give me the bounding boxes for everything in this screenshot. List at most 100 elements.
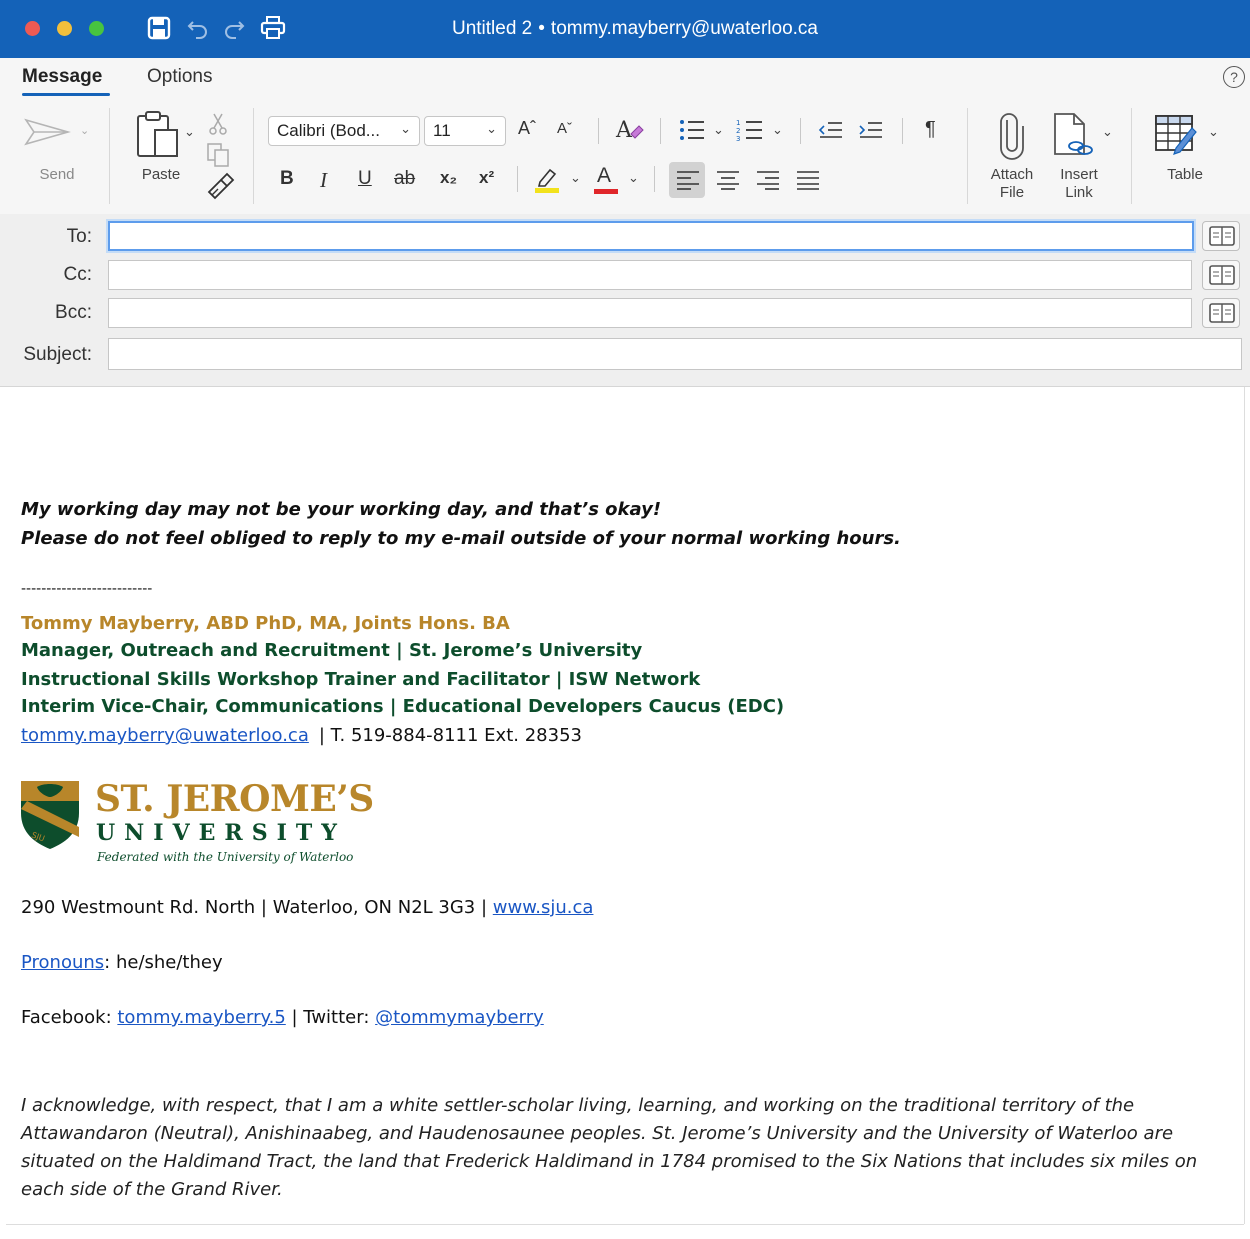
attach-file-label[interactable]: Attach File xyxy=(982,166,1042,202)
svg-text:1: 1 xyxy=(736,119,740,127)
bullets-icon[interactable] xyxy=(678,118,706,142)
to-field[interactable] xyxy=(108,221,1194,251)
attach-label-line1: Attach xyxy=(990,166,1034,183)
cut-icon[interactable] xyxy=(207,112,229,136)
svg-text:A: A xyxy=(615,118,633,143)
font-size-dropdown[interactable]: 11 ⌄ xyxy=(424,116,506,146)
pronouns-link[interactable]: Pronouns xyxy=(21,952,104,973)
working-day-note-line1: My working day may not be your working d… xyxy=(21,499,662,520)
chevron-down-icon[interactable]: ⌄ xyxy=(713,122,724,138)
justify-icon[interactable] xyxy=(796,170,820,190)
land-acknowledgement: I acknowledge, with respect, that I am a… xyxy=(21,1095,1198,1200)
email-link[interactable]: tommy.mayberry@uwaterloo.ca xyxy=(21,725,309,746)
insert-link-icon[interactable] xyxy=(1052,112,1098,158)
cc-address-book-button[interactable] xyxy=(1202,260,1240,290)
superscript-button[interactable]: x² xyxy=(479,168,494,188)
address-book-icon xyxy=(1209,265,1235,285)
bcc-label: Bcc: xyxy=(55,302,92,323)
address-book-icon xyxy=(1209,303,1235,323)
send-icon[interactable] xyxy=(24,116,74,148)
align-right-icon[interactable] xyxy=(756,170,780,190)
active-tab-indicator xyxy=(22,93,110,96)
website-link[interactable]: www.sju.ca xyxy=(493,897,594,918)
chevron-down-icon[interactable]: ⌄ xyxy=(772,122,783,138)
bcc-field[interactable] xyxy=(108,298,1192,328)
group-separator xyxy=(660,118,661,144)
chevron-down-icon: ⌄ xyxy=(400,121,411,136)
show-formatting-button[interactable]: ¶ xyxy=(925,118,936,141)
clear-formatting-icon[interactable]: A xyxy=(615,116,645,144)
chevron-down-icon: ⌄ xyxy=(486,121,497,136)
subject-label: Subject: xyxy=(23,344,92,365)
chevron-down-icon[interactable]: ⌄ xyxy=(570,170,581,186)
grow-font-button[interactable]: Aˆ xyxy=(518,118,536,139)
font-color-button[interactable]: A xyxy=(597,164,611,188)
paste-icon[interactable] xyxy=(135,110,185,160)
window-title-text: Untitled 2 xyxy=(451,18,533,39)
send-options-chevron-icon[interactable]: ⌄ xyxy=(80,124,89,137)
bold-button[interactable]: B xyxy=(280,168,294,190)
font-name-dropdown[interactable]: Calibri (Bod... ⌄ xyxy=(268,116,420,146)
working-day-note-line2: Please do not feel obliged to reply to m… xyxy=(21,528,901,549)
group-separator xyxy=(598,118,599,144)
to-label: To: xyxy=(66,226,92,247)
facebook-link[interactable]: tommy.mayberry.5 xyxy=(117,1007,285,1028)
address-book-icon xyxy=(1209,226,1235,246)
body-border-bottom xyxy=(6,1224,1244,1225)
tab-options[interactable]: Options xyxy=(147,66,212,88)
shrink-font-button[interactable]: Aˇ xyxy=(557,120,572,137)
decrease-indent-icon[interactable] xyxy=(818,120,844,140)
font-color-swatch xyxy=(594,189,618,194)
signature-role-2: Instructional Skills Workshop Trainer an… xyxy=(21,669,701,690)
subscript-button[interactable]: x₂ xyxy=(440,168,457,188)
paste-options-chevron-icon[interactable]: ⌄ xyxy=(184,124,195,140)
insert-link-label[interactable]: Insert Link xyxy=(1050,166,1108,202)
subject-field[interactable] xyxy=(108,338,1242,370)
facebook-label: Facebook: xyxy=(21,1007,118,1028)
send-button[interactable]: Send xyxy=(17,166,97,184)
pronouns-line: Pronouns: he/she/they xyxy=(21,952,223,973)
highlight-color-swatch xyxy=(535,188,559,193)
format-painter-icon[interactable] xyxy=(205,172,235,200)
bcc-address-book-button[interactable] xyxy=(1202,298,1240,328)
window-account: tommy.mayberry@uwaterloo.ca xyxy=(550,18,818,39)
body-border-right xyxy=(1244,387,1245,1224)
twitter-link[interactable]: @tommymayberry xyxy=(375,1007,544,1028)
ribbon: Message Options ? ⌄ Send ⌄ Paste Calibri… xyxy=(0,58,1250,215)
window-title: Untitled 2 • tommy.mayberry@uwaterloo.ca xyxy=(0,18,1250,40)
insert-label-line2: Link xyxy=(1065,184,1093,201)
highlight-icon[interactable] xyxy=(534,164,562,194)
paperclip-icon[interactable] xyxy=(998,112,1026,160)
address-line: 290 Westmount Rd. North | Waterloo, ON N… xyxy=(21,897,593,918)
numbering-icon[interactable]: 123 xyxy=(736,118,764,142)
chevron-down-icon[interactable]: ⌄ xyxy=(628,170,639,186)
italic-button[interactable]: I xyxy=(320,168,327,193)
strikethrough-button[interactable]: ab xyxy=(394,168,415,190)
logo-tagline: Federated with the University of Waterlo… xyxy=(97,850,354,864)
attach-label-line2: File xyxy=(999,184,1025,201)
signature-role-1: Manager, Outreach and Recruitment | St. … xyxy=(21,640,643,661)
align-center-icon[interactable] xyxy=(716,170,740,190)
table-button[interactable]: Table xyxy=(1150,166,1220,184)
align-left-icon xyxy=(677,171,699,190)
group-separator xyxy=(800,118,801,144)
title-bar: Untitled 2 • tommy.mayberry@uwaterloo.ca xyxy=(0,0,1250,58)
table-icon[interactable] xyxy=(1154,114,1202,158)
font-name-value: Calibri (Bod... xyxy=(277,121,380,140)
group-separator xyxy=(967,108,968,204)
chevron-down-icon[interactable]: ⌄ xyxy=(1208,124,1219,140)
underline-button[interactable]: U xyxy=(358,168,372,190)
font-size-value: 11 xyxy=(433,121,451,140)
paste-button[interactable]: Paste xyxy=(125,166,197,184)
tab-message[interactable]: Message xyxy=(22,66,102,88)
signature-divider: -------------------------- xyxy=(21,581,153,597)
to-address-book-button[interactable] xyxy=(1202,221,1240,251)
chevron-down-icon[interactable]: ⌄ xyxy=(1102,124,1113,140)
copy-icon[interactable] xyxy=(206,142,232,168)
logo-title: ST. JEROME’S xyxy=(95,778,374,820)
help-icon[interactable]: ? xyxy=(1223,66,1245,88)
phone-text: | T. 519-884-8111 Ext. 28353 xyxy=(318,725,582,746)
cc-field[interactable] xyxy=(108,260,1192,290)
increase-indent-icon[interactable] xyxy=(858,120,884,140)
group-separator xyxy=(902,118,903,144)
